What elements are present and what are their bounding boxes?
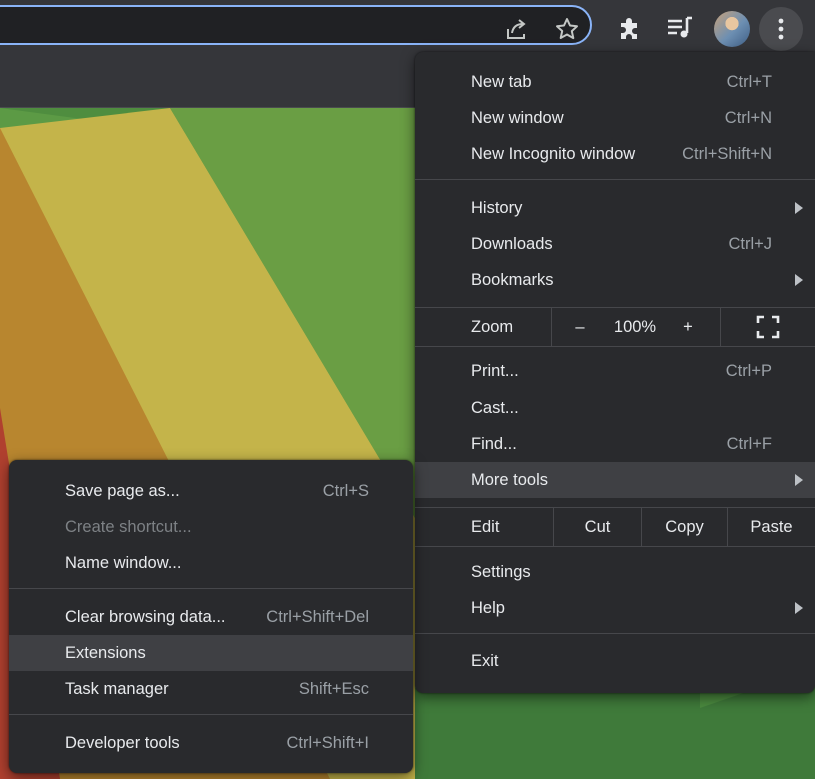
menu-item-bookmarks[interactable]: Bookmarks — [415, 262, 815, 298]
menu-item-label: Create shortcut... — [65, 517, 192, 536]
menu-item-label: Print... — [471, 361, 519, 380]
menu-separator — [415, 346, 815, 347]
menu-item-shortcut: Ctrl+J — [728, 234, 772, 253]
menu-item-settings[interactable]: Settings — [415, 554, 815, 590]
edit-label: Edit — [471, 517, 500, 536]
menu-separator — [415, 546, 815, 547]
menu-item-shortcut: Shift+Esc — [298, 679, 369, 698]
menu-separator — [9, 588, 413, 589]
submenu-arrow-icon — [795, 202, 803, 214]
menu-item-label: Bookmarks — [471, 270, 554, 289]
submenu-item-task-manager[interactable]: Task manager Shift+Esc — [9, 671, 413, 707]
zoom-divider — [551, 308, 552, 346]
menu-item-exit[interactable]: Exit — [415, 643, 815, 679]
menu-item-help[interactable]: Help — [415, 590, 815, 626]
menu-item-label: Find... — [471, 434, 517, 453]
menu-item-label: Clear browsing data... — [65, 607, 226, 626]
submenu-arrow-icon — [795, 602, 803, 614]
chrome-main-menu: New tab Ctrl+T New window Ctrl+N New Inc… — [415, 52, 815, 693]
more-tools-submenu: Save page as... Ctrl+S Create shortcut..… — [9, 460, 413, 773]
profile-avatar[interactable] — [714, 11, 750, 47]
menu-item-label: Name window... — [65, 553, 182, 572]
zoom-in-button[interactable]: + — [670, 308, 706, 346]
kebab-menu-icon — [778, 18, 784, 40]
submenu-item-create-shortcut: Create shortcut... — [9, 509, 413, 545]
share-icon[interactable] — [500, 13, 532, 45]
menu-item-shortcut: Ctrl+S — [322, 481, 369, 500]
menu-item-shortcut: Ctrl+P — [725, 361, 772, 380]
media-queue-icon[interactable] — [664, 12, 696, 44]
menu-item-label: Settings — [471, 562, 531, 581]
menu-separator — [9, 714, 413, 715]
menu-item-find[interactable]: Find... Ctrl+F — [415, 426, 815, 462]
copy-button[interactable]: Copy — [642, 508, 727, 546]
cut-button[interactable]: Cut — [554, 508, 641, 546]
menu-item-shortcut: Ctrl+N — [724, 108, 772, 127]
menu-item-more-tools[interactable]: More tools — [415, 462, 815, 498]
menu-item-label: Downloads — [471, 234, 553, 253]
paste-button[interactable]: Paste — [728, 508, 815, 546]
fullscreen-icon — [756, 315, 780, 339]
zoom-label: Zoom — [471, 317, 514, 336]
menu-item-cast[interactable]: Cast... — [415, 390, 815, 426]
submenu-item-save-page[interactable]: Save page as... Ctrl+S — [9, 473, 413, 509]
submenu-item-clear-browsing-data[interactable]: Clear browsing data... Ctrl+Shift+Del — [9, 599, 413, 635]
menu-item-shortcut: Ctrl+Shift+Del — [266, 607, 369, 626]
menu-item-label: New tab — [471, 72, 532, 91]
submenu-item-developer-tools[interactable]: Developer tools Ctrl+Shift+I — [9, 725, 413, 761]
menu-item-label: New Incognito window — [471, 144, 636, 163]
menu-item-label: Cast... — [471, 398, 519, 417]
menu-item-new-window[interactable]: New window Ctrl+N — [415, 100, 815, 136]
menu-item-print[interactable]: Print... Ctrl+P — [415, 353, 815, 389]
menu-item-downloads[interactable]: Downloads Ctrl+J — [415, 226, 815, 262]
extensions-puzzle-icon[interactable] — [614, 12, 646, 44]
zoom-divider — [720, 308, 721, 346]
menu-item-shortcut: Ctrl+T — [726, 72, 772, 91]
browser-toolbar — [0, 0, 815, 52]
menu-separator — [415, 179, 815, 180]
menu-item-new-incognito-window[interactable]: New Incognito window Ctrl+Shift+N — [415, 136, 815, 172]
kebab-menu-button[interactable] — [759, 7, 803, 51]
submenu-arrow-icon — [795, 274, 803, 286]
submenu-item-name-window[interactable]: Name window... — [9, 545, 413, 581]
fullscreen-button[interactable] — [745, 308, 791, 346]
menu-item-history[interactable]: History — [415, 190, 815, 226]
submenu-item-extensions[interactable]: Extensions — [9, 635, 413, 671]
bookmark-star-icon[interactable] — [551, 13, 583, 45]
menu-item-shortcut: Ctrl+F — [726, 434, 772, 453]
menu-item-label: Help — [471, 598, 505, 617]
menu-item-label: New window — [471, 108, 564, 127]
menu-item-label: History — [471, 198, 523, 217]
menu-item-label: More tools — [471, 470, 549, 489]
edit-row: Edit Cut Copy Paste — [415, 508, 815, 546]
menu-item-label: Save page as... — [65, 481, 180, 500]
zoom-level: 100% — [613, 317, 657, 336]
menu-item-label: Exit — [471, 651, 499, 670]
zoom-out-button[interactable]: – — [560, 308, 600, 346]
menu-item-shortcut: Ctrl+Shift+N — [682, 144, 772, 163]
menu-item-label: Developer tools — [65, 733, 180, 752]
menu-item-label: Extensions — [65, 643, 146, 662]
submenu-arrow-icon — [795, 474, 803, 486]
menu-item-new-tab[interactable]: New tab Ctrl+T — [415, 64, 815, 100]
menu-item-label: Task manager — [65, 679, 169, 698]
menu-item-shortcut: Ctrl+Shift+I — [286, 733, 369, 752]
zoom-row: Zoom – 100% + — [415, 308, 815, 346]
menu-separator — [415, 633, 815, 634]
